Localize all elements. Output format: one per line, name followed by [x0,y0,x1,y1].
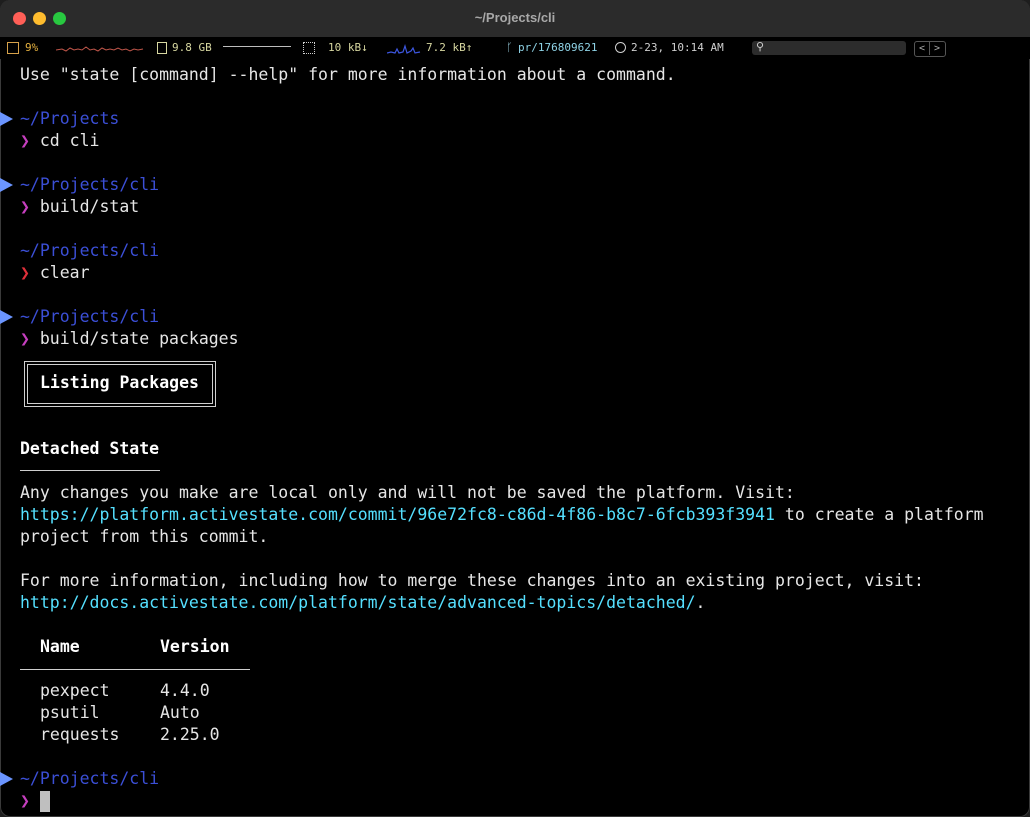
detached-message: Any changes you make are local only and … [20,483,795,502]
command-text: clear [39,263,90,282]
prompt-chevron: ❯ [20,791,30,810]
table-cell-name: requests [40,725,120,744]
help-line: Use "state [command] --help" for more in… [20,65,676,84]
prompt-marker-icon[interactable] [0,112,13,126]
docs-suffix: . [695,593,706,612]
table-cell-name: psutil [40,703,100,722]
commit-suffix: to create a platform [774,505,984,524]
prompt-chevron-error: ❯ [20,263,30,282]
table-cell-name: pexpect [40,681,110,700]
command-text: cd cli [39,131,100,150]
prompt-path: ~/Projects/cli [20,175,160,194]
docs-link[interactable]: http://docs.activestate.com/platform/sta… [20,593,696,612]
prompt-path: ~/Projects/cli [20,769,160,788]
docs-line: http://docs.activestate.com/platform/sta… [20,592,705,614]
prompt-marker-icon[interactable] [0,772,13,786]
table-header-rule [20,669,250,670]
prompt-chevron: ❯ [20,131,30,150]
prompt-marker-icon[interactable] [0,310,13,324]
table-cell-version: 4.4.0 [160,681,210,700]
command-line: ❯ cd cli [20,130,99,152]
prompt-path: ~/Projects [20,109,120,128]
prompt-marker-icon[interactable] [0,178,13,192]
command-line: ❯ clear [20,262,90,284]
active-prompt[interactable]: ❯ [20,790,30,812]
more-info-message: For more information, including how to m… [20,571,924,590]
table-header-name: Name [40,637,80,656]
command-line: ❯ build/state packages [20,328,239,350]
command-text: build/state packages [39,329,239,348]
section-heading: Detached State [20,439,160,458]
prompt-chevron: ❯ [20,197,30,216]
commit-link[interactable]: https://platform.activestate.com/commit/… [20,505,775,524]
command-line: ❯ build/stat [20,196,139,218]
prompt-path: ~/Projects/cli [20,241,160,260]
table-header-version: Version [160,637,230,656]
terminal-output[interactable]: Use "state [command] --help" for more in… [0,0,1030,817]
box-title: Listing Packages [40,373,199,392]
prompt-chevron: ❯ [20,329,30,348]
prompt-path: ~/Projects/cli [20,307,160,326]
table-cell-version: 2.25.0 [160,725,220,744]
terminal-window: ~/Projects/cli 9% 9.8 GB 10 kB↓ 7.2 kB↑ … [0,0,1030,817]
table-cell-version: Auto [160,703,200,722]
command-text: build/stat [39,197,140,216]
text-cursor [40,791,50,812]
commit-line: https://platform.activestate.com/commit/… [20,504,984,526]
detached-message-end: project from this commit. [20,527,269,546]
heading-underline [20,470,160,471]
